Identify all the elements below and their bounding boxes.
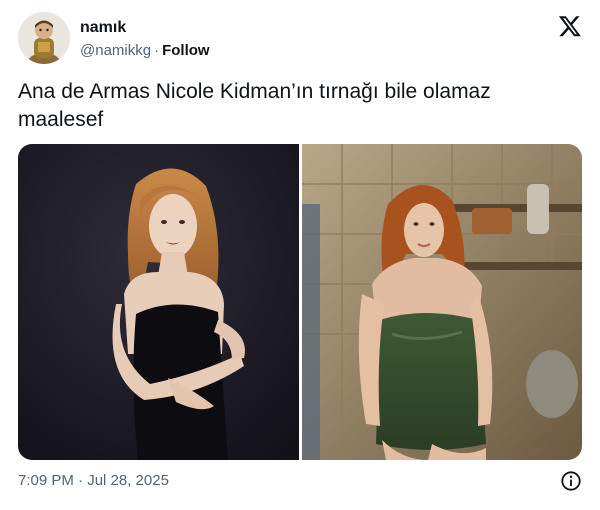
photo-left-image — [18, 144, 299, 460]
tweet-text: Ana de Armas Nicole Kidman’ın tırnağı bi… — [18, 80, 491, 131]
handle-row: @namikkg · Follow — [80, 41, 210, 61]
photo-right[interactable] — [301, 144, 583, 460]
info-icon[interactable] — [560, 470, 582, 492]
follow-button[interactable]: Follow — [162, 42, 210, 59]
display-name[interactable]: namık — [80, 18, 210, 38]
avatar[interactable] — [18, 12, 70, 64]
separator-dot: · — [154, 42, 160, 59]
x-logo-icon[interactable] — [558, 14, 582, 38]
tweet-footer: 7:09 PM · Jul 28, 2025 — [18, 470, 582, 492]
tweet-header: namık @namikkg · Follow — [18, 12, 582, 66]
timestamp[interactable]: 7:09 PM · Jul 28, 2025 — [18, 472, 169, 489]
photo-left[interactable] — [18, 144, 299, 460]
user-info: namık @namikkg · Follow — [80, 18, 210, 61]
photo-right-image — [301, 144, 582, 460]
user-handle[interactable]: @namikkg — [80, 42, 151, 59]
avatar-illustration — [18, 12, 70, 64]
media-grid — [18, 144, 582, 460]
